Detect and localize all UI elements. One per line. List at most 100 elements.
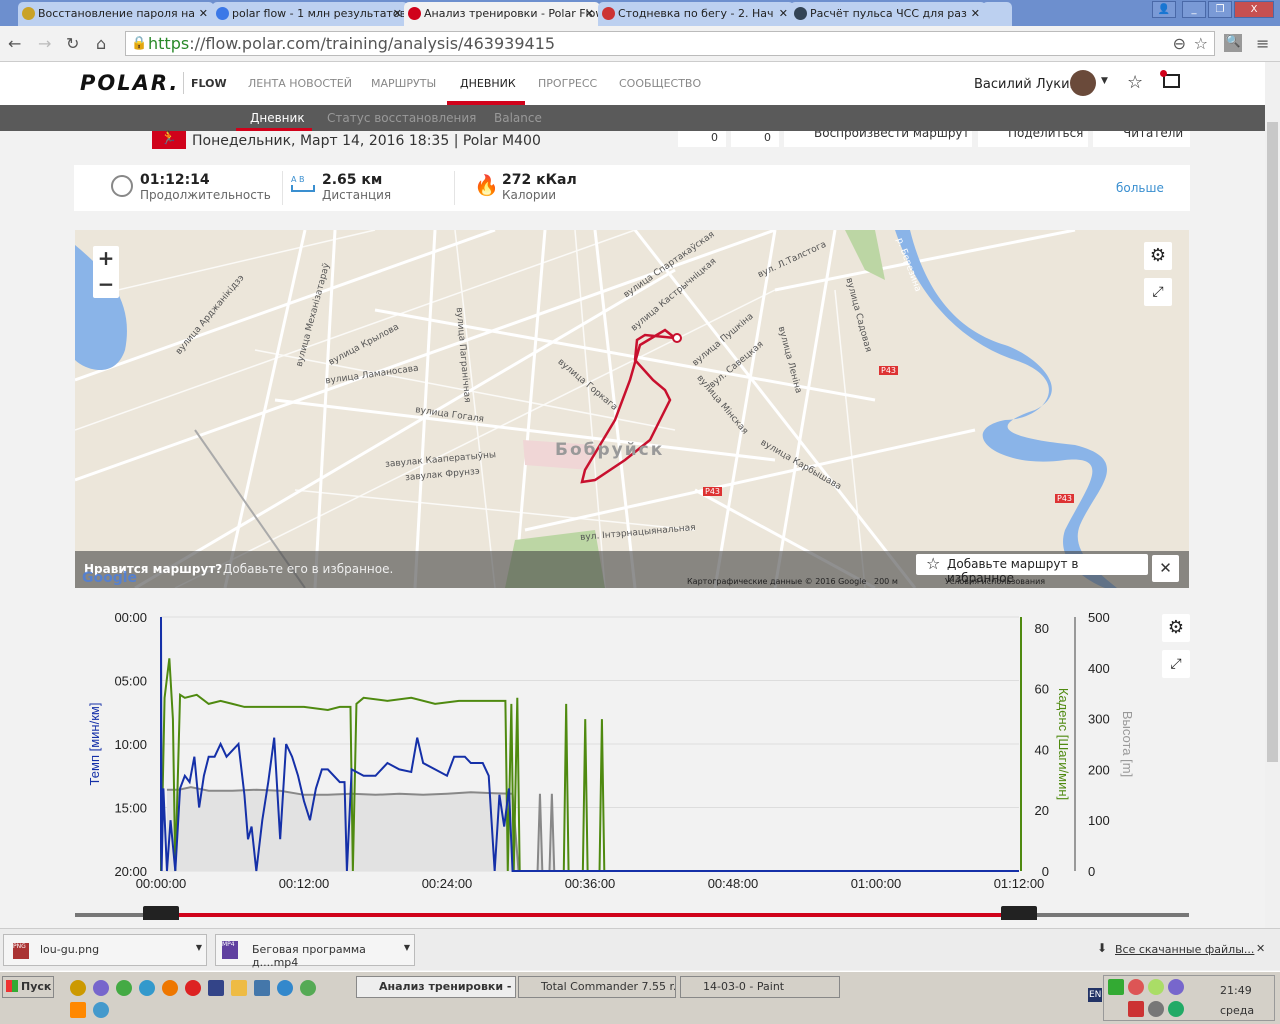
quicklaunch-icon[interactable]	[93, 1002, 109, 1018]
tray-icon[interactable]	[1148, 979, 1164, 995]
favorites-star-icon[interactable]: ☆	[1127, 72, 1143, 93]
close-tab-icon[interactable]: ✕	[199, 7, 208, 20]
ie-icon[interactable]	[277, 980, 293, 996]
locate-gear-icon[interactable]: ⚙	[1144, 242, 1172, 270]
extension-search-icon[interactable]: 🔍	[1224, 34, 1242, 52]
address-bar[interactable]: 🔒 https://flow.polar.com/training/analysi…	[125, 31, 1215, 56]
range-handle-end[interactable]	[1001, 906, 1037, 924]
close-tab-icon[interactable]: ✕	[393, 7, 402, 20]
chrome-icon[interactable]	[116, 980, 132, 996]
polar-flowsync-tray-icon[interactable]	[1128, 1001, 1144, 1017]
tray-icon[interactable]	[1108, 979, 1124, 995]
nav-news[interactable]: ЛЕНТА НОВОСТЕЙ	[248, 77, 352, 90]
close-tab-icon[interactable]: ✕	[585, 7, 594, 20]
share-button[interactable]: Поделиться	[978, 131, 1088, 147]
cadence-tick-label: 40	[1035, 742, 1049, 757]
followers-button[interactable]: Читатели	[1093, 131, 1190, 147]
menu-icon[interactable]: ≡	[1256, 34, 1269, 53]
all-downloads-link[interactable]: Все скачанные файлы...	[1115, 943, 1254, 956]
browser-tab[interactable]: Восстановление пароля на ✕	[18, 2, 214, 26]
browser-tab-active[interactable]: Анализ тренировки - Polar Flow ✕	[404, 2, 600, 26]
favicon-icon	[794, 7, 807, 20]
taskbar-window-totalcmd[interactable]: Total Commander 7.55 r...	[518, 976, 676, 998]
save-icon[interactable]	[208, 980, 224, 996]
tray-icon[interactable]	[1168, 979, 1184, 995]
tray-icon[interactable]	[1128, 979, 1144, 995]
flame-icon: 🔥	[474, 173, 499, 197]
maximize-button[interactable]: ❐	[1208, 1, 1232, 18]
add-to-favorites-button[interactable]: ☆ Добавьте маршрут в избранное	[916, 554, 1148, 585]
nav-diary[interactable]: ДНЕВНИК	[460, 77, 516, 90]
polar-logo[interactable]: POLAR.	[80, 71, 179, 95]
close-downloads-button[interactable]: ✕	[1256, 942, 1265, 955]
forward-icon[interactable]: →	[38, 34, 51, 53]
reload-icon[interactable]: ↻	[66, 34, 79, 53]
vk-icon[interactable]	[254, 980, 270, 996]
download-item[interactable]: PNG lou-gu.png ▼	[3, 934, 207, 966]
active-subnav-indicator	[236, 128, 312, 131]
music-icon[interactable]	[231, 980, 247, 996]
start-button[interactable]: Пуск	[2, 976, 54, 998]
page-scrollbar[interactable]	[1265, 62, 1280, 928]
chevron-down-icon[interactable]: ▼	[1101, 76, 1108, 86]
notifications-icon[interactable]	[1160, 70, 1180, 88]
tray-icon[interactable]	[1168, 1001, 1184, 1017]
zoom-icon[interactable]: ⊖	[1173, 34, 1186, 53]
firefox-icon[interactable]	[162, 980, 178, 996]
avatar[interactable]	[1070, 70, 1096, 96]
odnoklassniki-icon[interactable]	[70, 1002, 86, 1018]
subnav-recovery[interactable]: Статус восстановления	[327, 111, 476, 125]
road-badge: P43	[703, 487, 723, 496]
nav-routes[interactable]: МАРШРУТЫ	[371, 77, 436, 90]
chart-svg[interactable]: 00:0005:0010:0015:0020:0000:00:00 00:12:0…	[75, 600, 1189, 924]
chart-fullscreen-icon[interactable]: ⤢	[1162, 650, 1190, 678]
more-link[interactable]: больше	[1116, 181, 1164, 195]
subnav-balance[interactable]: Balance	[494, 111, 542, 125]
like-button[interactable]: 0	[678, 131, 726, 147]
route-map[interactable]: Бобруйск вулица Гогаля вулица Крылова ву…	[75, 230, 1189, 588]
lock-icon: 🔒	[131, 36, 148, 51]
nav-progress[interactable]: ПРОГРЕСС	[538, 77, 597, 90]
close-tab-icon[interactable]: ✕	[779, 7, 788, 20]
quicklaunch-icon[interactable]	[70, 980, 86, 996]
tray-icon[interactable]	[1148, 1001, 1164, 1017]
browser-tab[interactable]: polar flow - 1 млн результатов ✕	[212, 2, 408, 26]
bookmark-star-icon[interactable]: ☆	[1194, 34, 1208, 53]
zoom-in-button[interactable]: +	[93, 246, 119, 272]
clock-time[interactable]: 21:49	[1220, 984, 1252, 997]
taskbar-window-paint[interactable]: 14-03-0 - Paint	[680, 976, 840, 998]
quicklaunch-icon[interactable]	[93, 980, 109, 996]
opera-icon[interactable]	[185, 980, 201, 996]
nav-community[interactable]: СООБЩЕСТВО	[619, 77, 701, 90]
zoom-out-button[interactable]: −	[93, 272, 119, 298]
subnav-diary[interactable]: Дневник	[250, 111, 305, 125]
minimize-button[interactable]: _	[1182, 1, 1206, 18]
user-name[interactable]: Василий Лукин	[974, 77, 1078, 92]
cadence-tick-label: 80	[1035, 621, 1049, 636]
home-icon[interactable]: ⌂	[96, 34, 106, 53]
map-terms[interactable]: Условия использования	[945, 577, 1045, 586]
replay-route-button[interactable]: Воспроизвести маршрут	[784, 131, 972, 147]
browser-tab[interactable]: Стодневка по бегу - 2. Нач ✕	[598, 2, 794, 26]
quicklaunch-icon[interactable]	[139, 980, 155, 996]
new-tab-button[interactable]	[982, 2, 1012, 26]
comments-button[interactable]: 0	[731, 131, 779, 147]
profile-icon[interactable]: 👤	[1152, 1, 1176, 18]
chevron-down-icon[interactable]: ▼	[404, 943, 410, 952]
browser-tab[interactable]: Расчёт пульса ЧСС для раз ✕	[790, 2, 986, 26]
chart-settings-gear-icon[interactable]: ⚙	[1162, 614, 1190, 642]
url-scheme: https	[148, 34, 190, 53]
url-path: ://flow.polar.com/training/analysis/4639…	[189, 34, 556, 53]
quicklaunch-icon[interactable]	[300, 980, 316, 996]
close-banner-button[interactable]: ✕	[1152, 555, 1179, 582]
fullscreen-icon[interactable]: ⤢	[1144, 278, 1172, 306]
download-item[interactable]: MP4 Беговая программа д....mp4 ▼	[215, 934, 415, 969]
png-file-icon: PNG	[13, 943, 29, 959]
close-window-button[interactable]: X	[1234, 1, 1274, 18]
back-icon[interactable]: ←	[8, 34, 21, 53]
taskbar-window-chrome[interactable]: Анализ тренировки - ...	[356, 976, 516, 998]
range-handle-start[interactable]	[143, 906, 179, 924]
language-indicator[interactable]: EN	[1088, 988, 1103, 1002]
chevron-down-icon[interactable]: ▼	[196, 943, 202, 952]
close-tab-icon[interactable]: ✕	[971, 7, 980, 20]
